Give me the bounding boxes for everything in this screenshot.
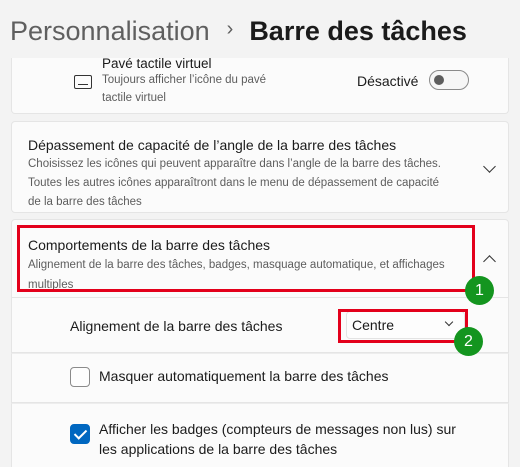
touchpad-toggle[interactable] — [429, 70, 469, 90]
autohide-row: Masquer automatiquement la barre des tâc… — [11, 353, 509, 403]
badges-label-line1: Afficher les badges (compteurs de messag… — [99, 421, 456, 437]
touchpad-description-line1: Toujours afficher l’icône du pavé — [102, 74, 267, 86]
callout-2-highlight — [338, 309, 468, 343]
corner-overflow-setting[interactable]: Dépassement de capacité de l’angle de la… — [11, 121, 509, 213]
touchpad-title: Pavé tactile virtuel — [102, 56, 212, 71]
callout-1-highlight — [17, 225, 475, 292]
breadcrumb-separator-icon: › — [226, 17, 234, 40]
touchpad-description-line2: tactile virtuel — [102, 92, 166, 104]
badges-row: Afficher les badges (compteurs de messag… — [11, 403, 509, 467]
touchpad-keyboard-setting: Pavé tactile virtuel Toujours afficher l… — [11, 56, 509, 114]
callout-2-badge: 2 — [454, 327, 483, 356]
touchpad-toggle-label: Désactivé — [357, 73, 419, 89]
overflow-description-line2: Toutes les autres icônes apparaîtront da… — [28, 177, 440, 189]
page-title: Barre des tâches — [249, 15, 467, 46]
overflow-title: Dépassement de capacité de l’angle de la… — [28, 137, 397, 153]
autohide-label[interactable]: Masquer automatiquement la barre des tâc… — [99, 368, 389, 384]
breadcrumb-personalization[interactable]: Personnalisation — [10, 16, 210, 47]
keyboard-icon — [74, 75, 92, 89]
chevron-down-icon[interactable] — [483, 160, 496, 173]
callout-1-badge: 1 — [465, 276, 494, 305]
badges-label-line2: les applications de la barre des tâches — [99, 441, 338, 457]
toggle-knob — [434, 75, 444, 85]
breadcrumb: Personnalisation › Barre des tâches — [10, 10, 467, 52]
badges-label[interactable]: Afficher les badges (compteurs de messag… — [99, 419, 489, 459]
alignment-label: Alignement de la barre des tâches — [70, 318, 283, 334]
overflow-description-line1: Choisissez les icônes qui peuvent appara… — [28, 158, 441, 170]
badges-checkbox[interactable] — [70, 424, 90, 444]
overflow-description-line3: de la barre des tâches — [28, 196, 142, 208]
autohide-checkbox[interactable] — [70, 367, 90, 387]
chevron-up-icon[interactable] — [483, 255, 496, 268]
